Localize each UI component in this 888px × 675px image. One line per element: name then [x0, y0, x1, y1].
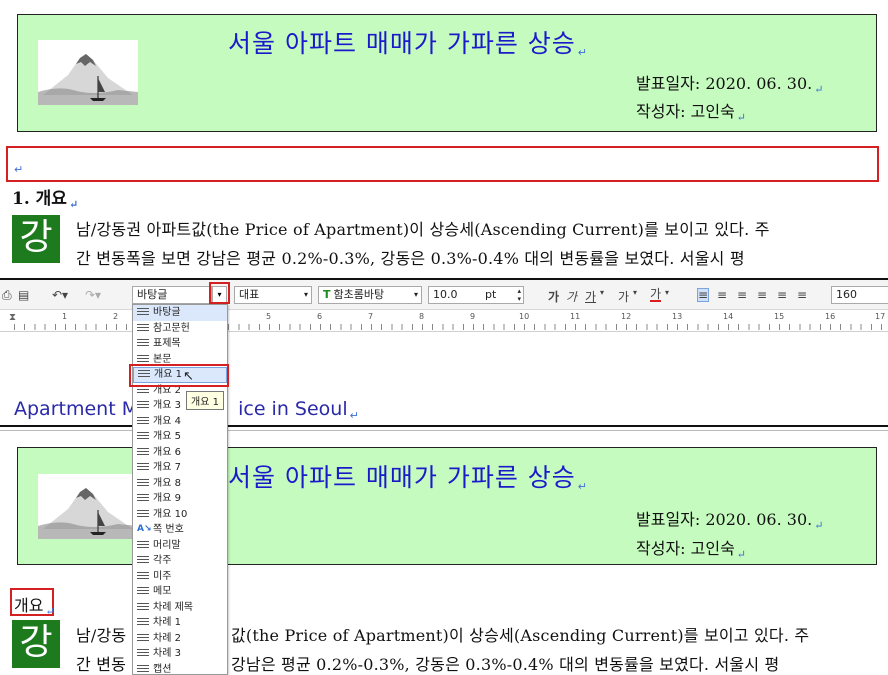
ruler-mark: 12: [621, 312, 632, 321]
style-option-outline-6[interactable]: 개요 6: [133, 445, 227, 461]
style-option-표제목[interactable]: 표제목: [133, 336, 227, 352]
paragraph-line2-top: 간 변동폭을 보면 강남은 평균 0.2%-0.3%, 강동은 0.3%-0.4…: [76, 249, 745, 268]
paragraph-line2-bottom-a: 간 변동: [76, 655, 127, 674]
author-line-top: 작성자: 고인숙 ↵: [636, 102, 747, 124]
date-line-bottom: 발표일자: 2020. 06. 30. ↵: [636, 510, 824, 532]
doc-title-top: 서울 아파트 매매가 가파른 상승 ↵: [228, 29, 589, 59]
dropdown-button-highlight: [209, 282, 230, 304]
date-line-top: 발표일자: 2020. 06. 30. ↵: [636, 74, 824, 96]
strike-button[interactable]: 가: [618, 288, 629, 305]
font-color-button[interactable]: 가: [650, 288, 662, 302]
ruler-mark: 15: [774, 312, 785, 321]
selected-option-highlight: [129, 364, 229, 387]
style-select[interactable]: 바탕글: [132, 286, 212, 304]
ruler-mark: 6: [317, 312, 323, 321]
paragraph-line2-bottom-b: 강남은 평균 0.2%-0.3%, 강동은 0.3%-0.4% 대의 변동률을 …: [231, 655, 780, 674]
font-color-dropdown-icon[interactable]: ▾: [665, 288, 669, 297]
zoom-input[interactable]: 160: [831, 286, 888, 304]
doc-title-bottom: 서울 아파트 매매가 가파른 상승 ↵: [228, 463, 589, 493]
font-select[interactable]: T 함초롬바탕 ▾: [318, 286, 422, 304]
style-option-page-number[interactable]: A↘ 쪽 번호: [133, 522, 227, 538]
style-option-endnote[interactable]: 미주: [133, 569, 227, 585]
underline-button[interactable]: 가: [585, 288, 596, 305]
style-option-toc-3[interactable]: 차례 3: [133, 646, 227, 662]
divide-icon[interactable]: ≡: [797, 288, 807, 302]
ruler-mark: 11: [570, 312, 581, 321]
ruler-mark: 9: [470, 312, 476, 321]
ruler-mark: 1: [62, 312, 68, 321]
indent-marker-icon[interactable]: ⧗: [9, 312, 16, 323]
empty-line-highlight: [6, 146, 879, 182]
print-icon[interactable]: ⎙: [2, 288, 12, 303]
style-option-참고문헌[interactable]: 참고문헌: [133, 321, 227, 337]
align-center-icon[interactable]: ≡: [737, 288, 747, 302]
style-option-toc-title[interactable]: 차례 제목: [133, 600, 227, 616]
mountain-image-bottom: [38, 474, 138, 539]
style-option-toc-2[interactable]: 차례 2: [133, 631, 227, 647]
style-dropdown-list: 바탕글 참고문헌 표제목 본문 개요 1 개요 2 개요 3 개요 4 개요 5…: [132, 304, 228, 675]
style-option-footnote[interactable]: 각주: [133, 553, 227, 569]
style-option-toc-1[interactable]: 차례 1: [133, 615, 227, 631]
strike-dropdown-icon[interactable]: ▾: [633, 288, 637, 297]
style-option-outline-8[interactable]: 개요 8: [133, 476, 227, 492]
style-option-outline-9[interactable]: 개요 9: [133, 491, 227, 507]
align-justify-icon[interactable]: ≡: [697, 288, 710, 302]
ruler-mark: 16: [825, 312, 836, 321]
heading-1-top: 1. 개요 ↵: [12, 189, 79, 211]
undo-icon[interactable]: ↶▾: [52, 288, 68, 302]
ruler-mark: 10: [519, 312, 530, 321]
ruler-mark: 14: [723, 312, 734, 321]
italic-button[interactable]: 가: [566, 288, 577, 305]
style-option-memo[interactable]: 메모: [133, 584, 227, 600]
redo-icon[interactable]: ↷▾: [85, 288, 101, 302]
style-option-outline-7[interactable]: 개요 7: [133, 460, 227, 476]
dropcap-bottom: 강: [12, 620, 60, 668]
ruler-mark: 7: [368, 312, 374, 321]
page-number-icon: A↘: [137, 524, 152, 535]
style-option-outline-4[interactable]: 개요 4: [133, 414, 227, 430]
style-option-바탕글[interactable]: 바탕글: [133, 305, 227, 321]
font-size-input[interactable]: 10.0 pt ▴ ▾: [428, 286, 524, 304]
align-right-icon[interactable]: ≡: [757, 288, 767, 302]
dropcap-top: 강: [12, 215, 60, 263]
ruler-mark: 17: [875, 312, 886, 321]
author-line-bottom: 작성자: 고인숙 ↵: [636, 539, 747, 561]
page-icon[interactable]: ▤: [18, 288, 29, 302]
style-option-header[interactable]: 머리말: [133, 538, 227, 554]
bold-button[interactable]: 가: [548, 288, 559, 305]
style-option-outline-10[interactable]: 개요 10: [133, 507, 227, 523]
style-option-caption[interactable]: 캡션: [133, 662, 227, 674]
paragraph-line1-bottom-b: 값(the Price of Apartment)이 상승세(Ascending…: [231, 626, 810, 645]
option-tooltip: 개요 1: [186, 391, 224, 410]
distribute-icon[interactable]: ≡: [777, 288, 787, 302]
mouse-cursor-icon: ↖: [183, 369, 194, 384]
empty-line-return-mark: ↵: [14, 163, 24, 176]
paragraph-line1-top: 남/강동권 아파트값(the Price of Apartment)이 상승세(…: [76, 220, 770, 239]
paragraph-line1-bottom-a: 남/강동: [76, 626, 127, 645]
mountain-image-top: [38, 40, 138, 105]
ruler-mark: 2: [113, 312, 119, 321]
ruler-mark: 8: [419, 312, 425, 321]
ruler-mark: 5: [266, 312, 272, 321]
underline-dropdown-icon[interactable]: ▾: [600, 288, 604, 297]
style-option-outline-5[interactable]: 개요 5: [133, 429, 227, 445]
heading-1-bottom: 개요 ↵: [14, 596, 55, 618]
align-left-icon[interactable]: ≡: [717, 288, 727, 302]
language-select[interactable]: 대표 ▾: [234, 286, 312, 304]
ruler-mark: 13: [672, 312, 683, 321]
